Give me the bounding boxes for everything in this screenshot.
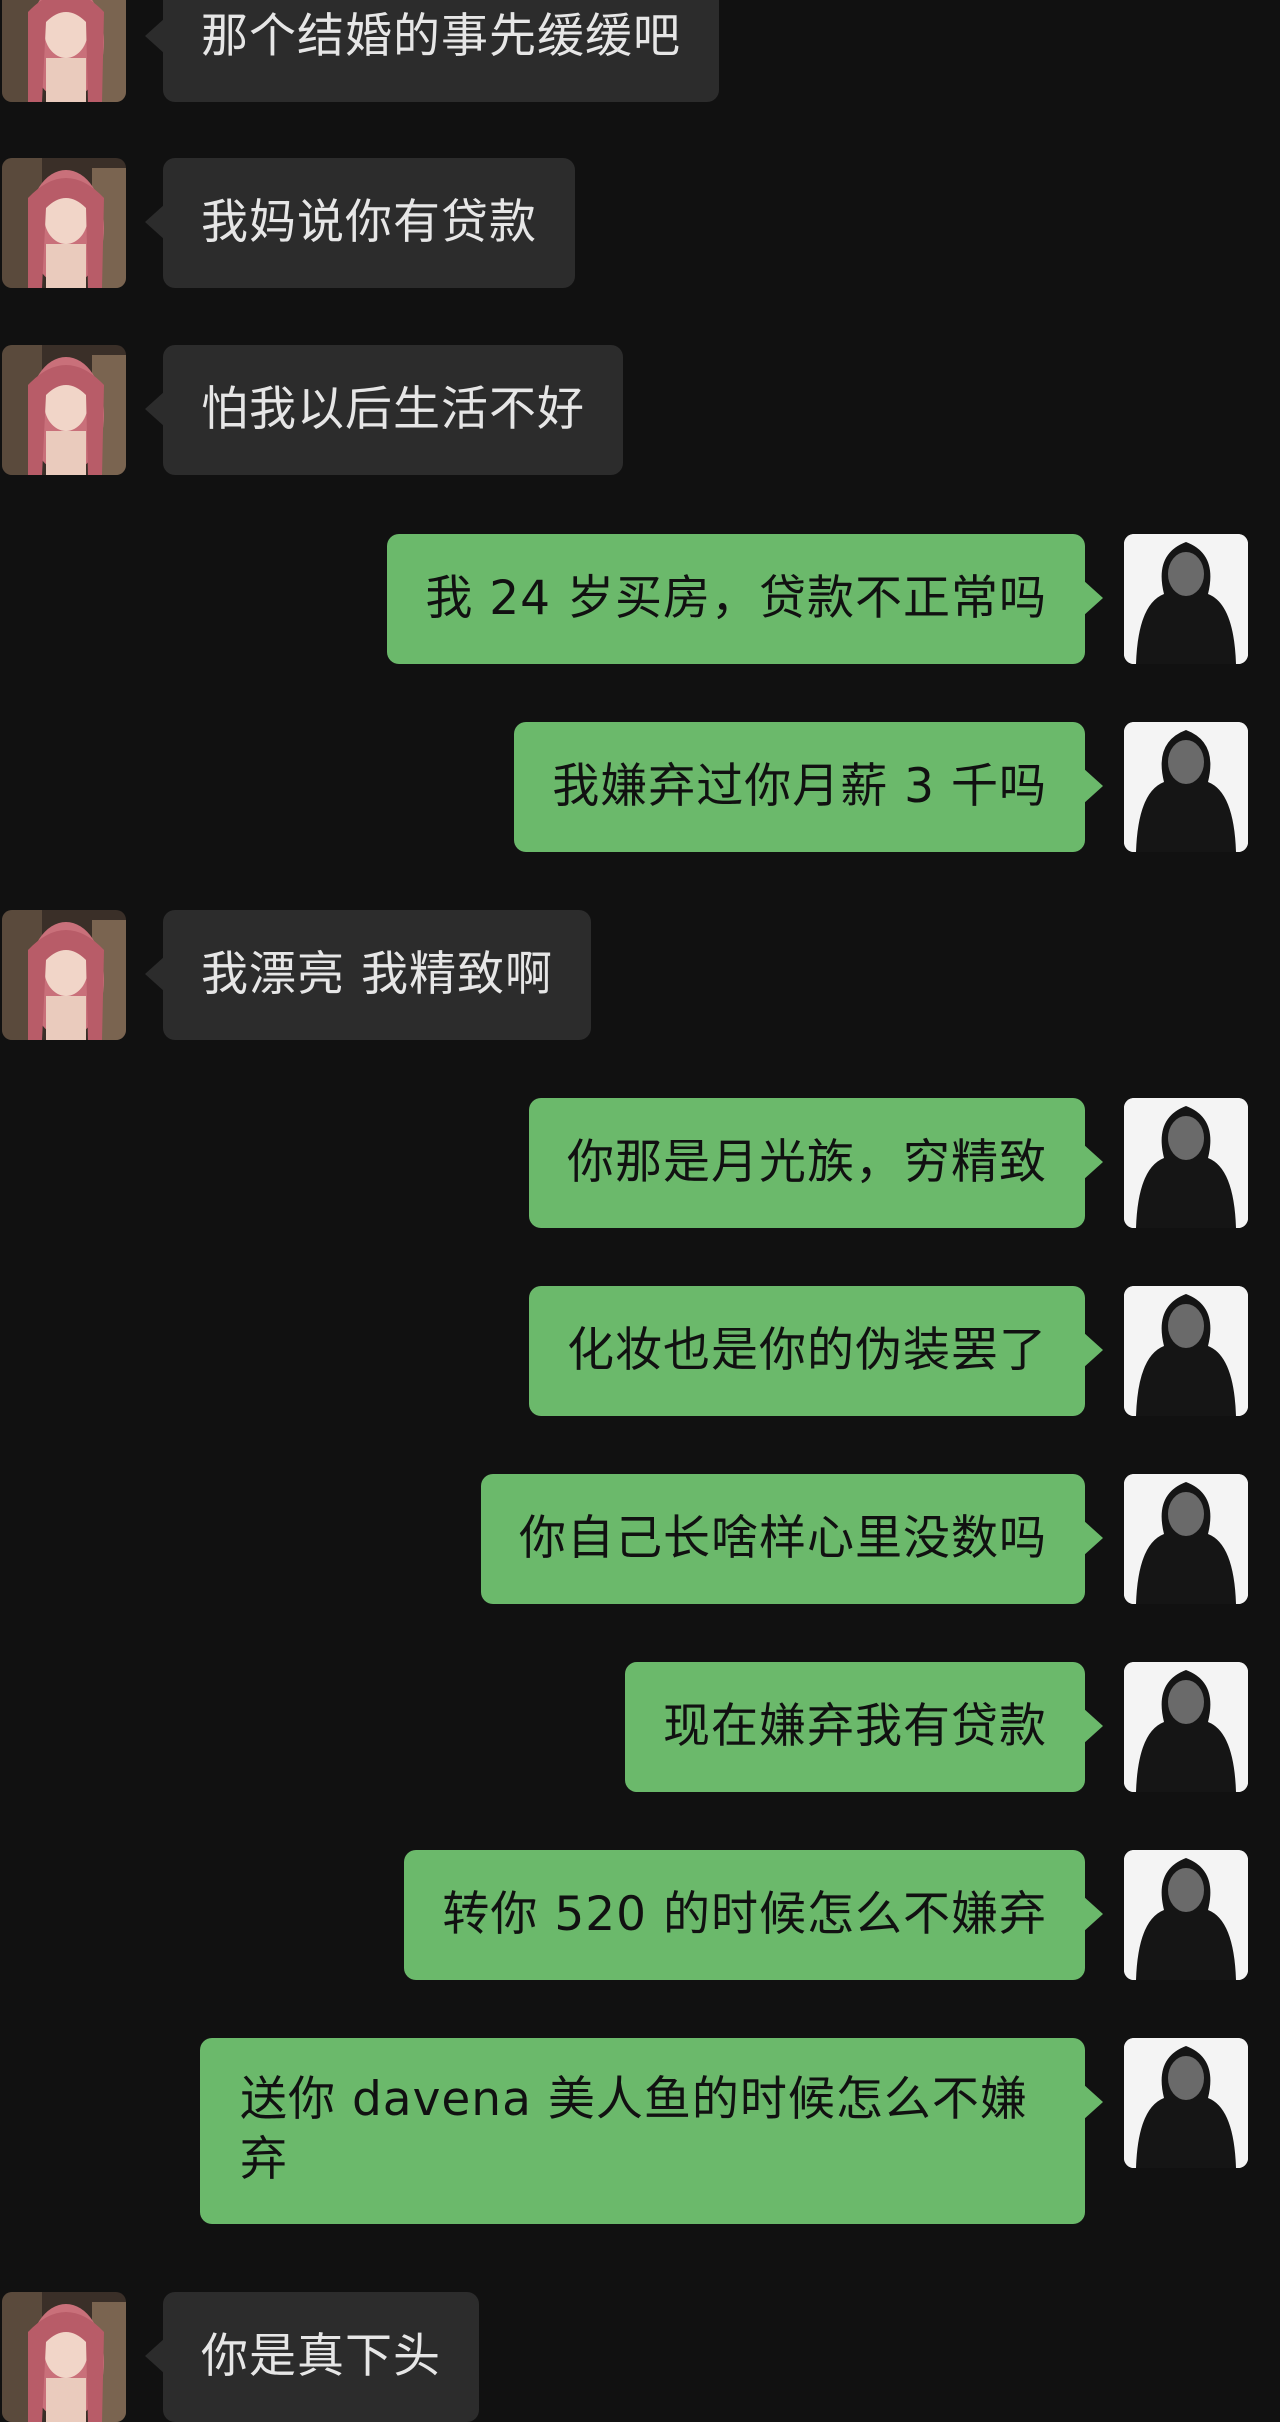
user-avatar-icon[interactable] xyxy=(1124,1850,1248,1980)
contact-avatar-icon[interactable] xyxy=(2,158,126,288)
outgoing-message-bubble[interactable]: 你自己长啥样心里没数吗 xyxy=(481,1474,1103,1604)
user-avatar-icon[interactable] xyxy=(1124,1662,1248,1792)
outgoing-message-bubble[interactable]: 你那是月光族，穷精致 xyxy=(529,1098,1103,1228)
contact-avatar-icon[interactable] xyxy=(2,0,126,102)
chat-message-list: 那个结婚的事先缓缓吧 我妈说你有贷款 怕我以后生活不好 我 24 岁买房，贷款不… xyxy=(0,0,1280,2422)
incoming-message-bubble[interactable]: 你是真下头 xyxy=(145,2292,479,2422)
outgoing-message-bubble[interactable]: 化妆也是你的伪装罢了 xyxy=(529,1286,1103,1416)
outgoing-message-bubble[interactable]: 转你 520 的时候怎么不嫌弃 xyxy=(404,1850,1103,1980)
incoming-message-bubble[interactable]: 我漂亮 我精致啊 xyxy=(145,910,591,1040)
contact-avatar-icon[interactable] xyxy=(2,910,126,1040)
outgoing-message-bubble[interactable]: 送你 davena 美人鱼的时候怎么不嫌弃 xyxy=(200,2038,1103,2224)
user-avatar-icon[interactable] xyxy=(1124,722,1248,852)
contact-avatar-icon[interactable] xyxy=(2,2292,126,2422)
incoming-message-bubble[interactable]: 怕我以后生活不好 xyxy=(145,345,623,475)
outgoing-message-bubble[interactable]: 我 24 岁买房，贷款不正常吗 xyxy=(387,534,1103,664)
outgoing-message-bubble[interactable]: 我嫌弃过你月薪 3 千吗 xyxy=(514,722,1103,852)
user-avatar-icon[interactable] xyxy=(1124,1286,1248,1416)
incoming-message-bubble[interactable]: 我妈说你有贷款 xyxy=(145,158,575,288)
user-avatar-icon[interactable] xyxy=(1124,1098,1248,1228)
incoming-message-bubble[interactable]: 那个结婚的事先缓缓吧 xyxy=(145,0,719,102)
outgoing-message-bubble[interactable]: 现在嫌弃我有贷款 xyxy=(625,1662,1103,1792)
contact-avatar-icon[interactable] xyxy=(2,345,126,475)
user-avatar-icon[interactable] xyxy=(1124,2038,1248,2168)
user-avatar-icon[interactable] xyxy=(1124,1474,1248,1604)
user-avatar-icon[interactable] xyxy=(1124,534,1248,664)
